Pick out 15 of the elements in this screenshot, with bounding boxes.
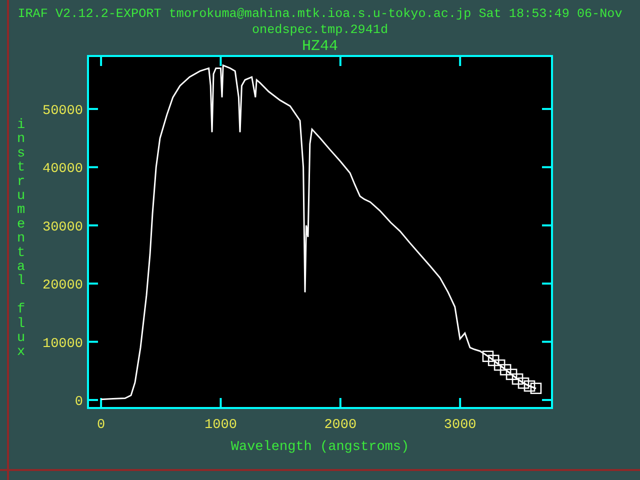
tick-label: 1000 [204,418,237,433]
chart-title: HZ44 [302,38,338,55]
axis-title: Wavelength (angstroms) [230,440,410,455]
tick-label: 50000 [42,104,83,119]
tick-label: 0 [97,418,106,433]
tick-label: 20000 [42,278,83,294]
axis-title: instrumental flux [16,118,26,360]
tick-label: 30000 [42,220,83,236]
system-info: IRAF V2.12.2-EXPORT tmorokuma@mahina.mtk.ioa.s.u-tokyo.ac.jp Sat 18:53:49 06-Nov [18,6,622,22]
tick-label: 0 [74,395,83,410]
tick-label: 2000 [324,418,357,433]
task-name: onedspec.tmp.2941d [252,22,388,38]
tick-label: 10000 [42,336,83,352]
tick-label: 3000 [444,418,476,433]
tick-label: 40000 [42,162,83,178]
